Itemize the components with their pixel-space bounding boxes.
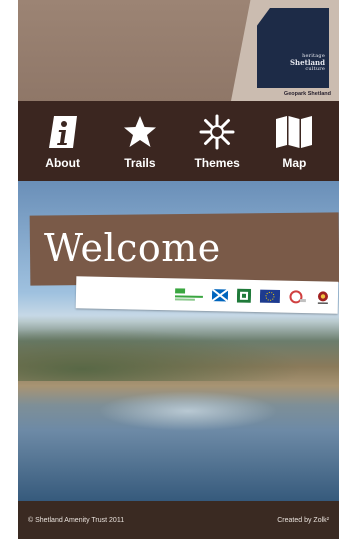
- info-icon: [46, 113, 80, 151]
- logo-text: heritage Shetland culture: [263, 53, 325, 72]
- landscape-reflection: [98, 391, 278, 431]
- nav-bar: About Trails Themes Map: [18, 101, 339, 181]
- partner-logo-green: [174, 288, 203, 301]
- nav-label-themes: Themes: [194, 155, 240, 170]
- logo-line-culture: culture: [305, 65, 325, 72]
- nav-item-themes[interactable]: Themes: [181, 113, 253, 170]
- geopark-shetland-logo: [257, 8, 329, 88]
- nav-label-trails: Trails: [124, 155, 156, 170]
- footer-credit[interactable]: Created by Zolk²: [277, 517, 329, 524]
- partner-logo-circle: [289, 290, 306, 304]
- eu-flag: [259, 289, 281, 304]
- nav-label-about: About: [45, 155, 80, 170]
- geopark-logo: [317, 291, 328, 305]
- header: heritage Shetland culture Geopark Shetla…: [18, 0, 339, 101]
- landscape-hills: [18, 321, 339, 381]
- logo-caption: Geopark Shetland: [283, 91, 331, 97]
- footer-copyright: © Shetland Amenity Trust 2011: [28, 516, 125, 524]
- nav-item-about[interactable]: About: [27, 113, 99, 170]
- nav-label-map: Map: [282, 155, 307, 170]
- nav-item-trails[interactable]: Trails: [104, 113, 176, 170]
- sunburst-icon: [198, 113, 236, 151]
- footer: © Shetland Amenity Trust 2011 Created by…: [18, 501, 339, 539]
- welcome-heading: Welcome: [44, 226, 221, 270]
- star-icon: [122, 113, 158, 151]
- partner-logos-strip: [75, 276, 339, 314]
- app-screen: heritage Shetland culture Geopark Shetla…: [18, 0, 339, 539]
- partner-logo-green-square: [236, 288, 252, 303]
- saltire-flag: [211, 288, 229, 303]
- nav-item-map[interactable]: Map: [258, 113, 330, 170]
- map-icon: [274, 113, 314, 151]
